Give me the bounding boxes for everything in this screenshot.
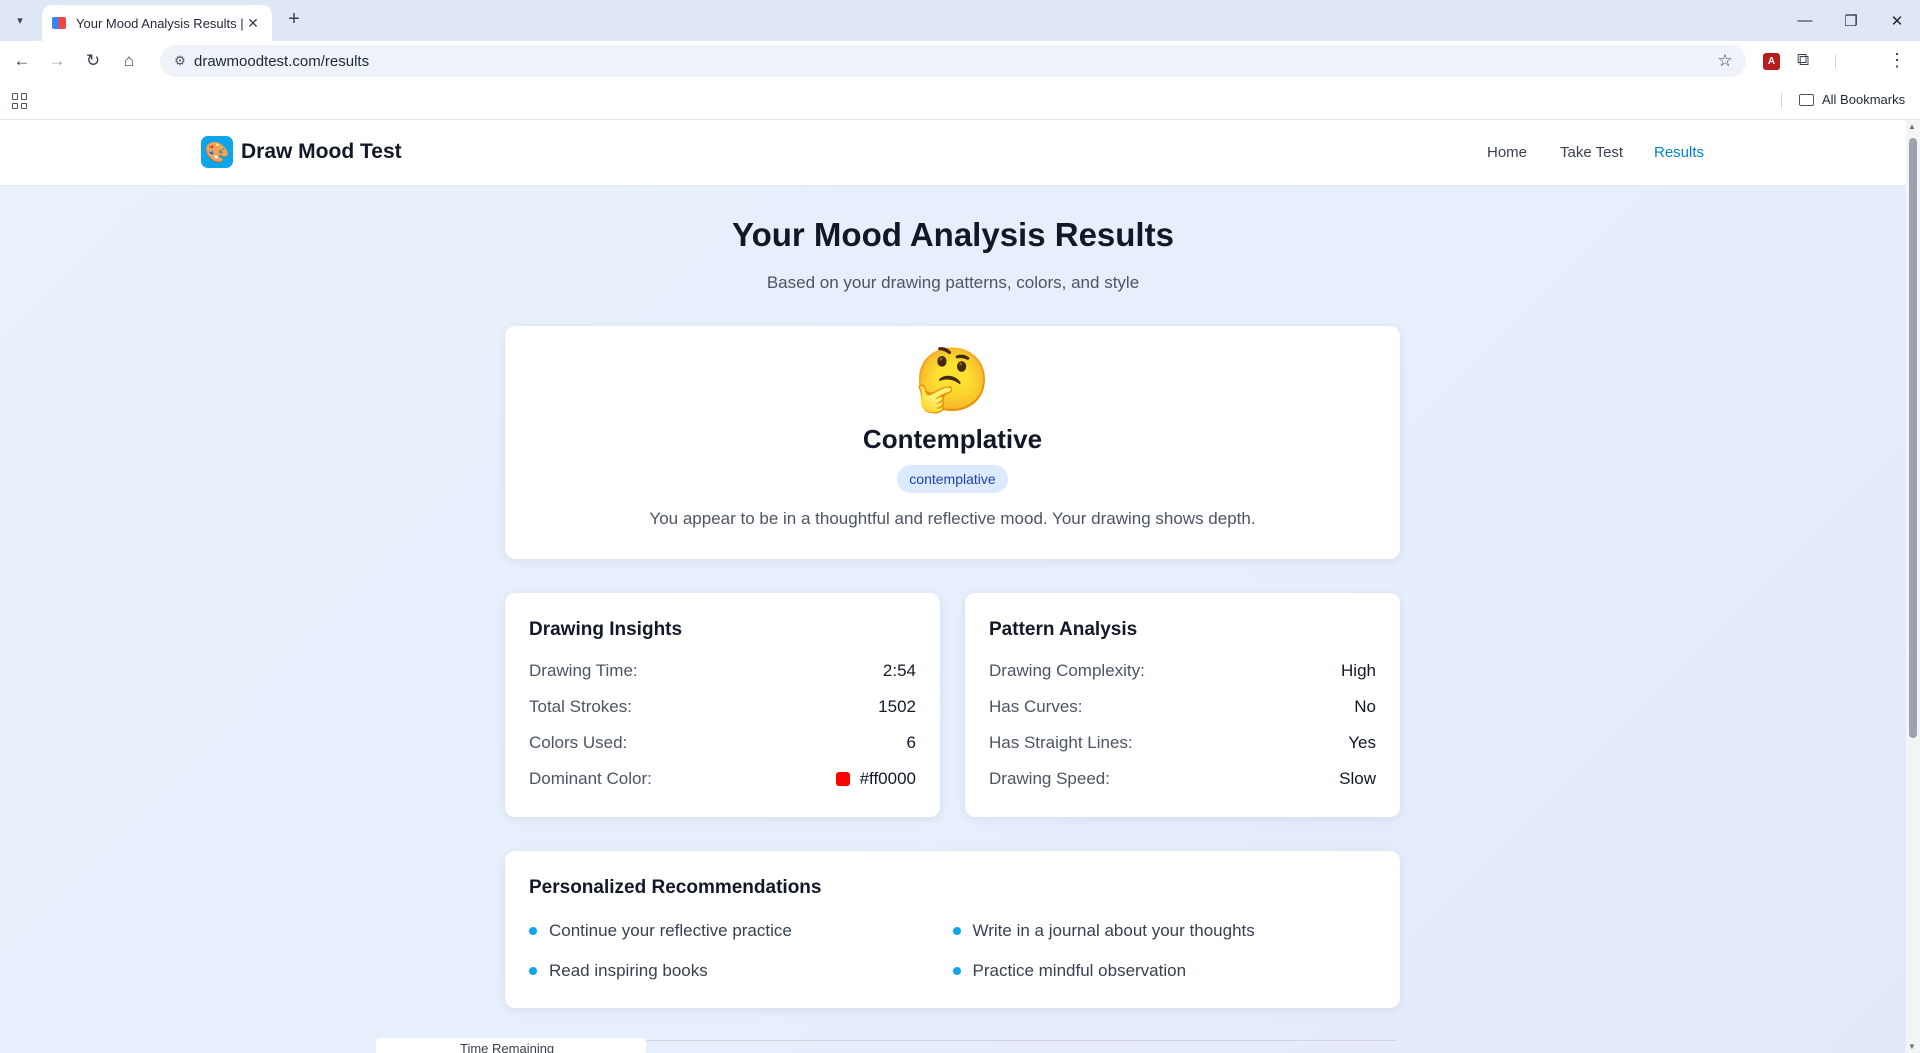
insight-label: Dominant Color: <box>529 769 652 788</box>
pattern-row: Drawing Speed: Slow <box>989 761 1376 797</box>
recommendation-item: Read inspiring books <box>529 951 953 991</box>
page-viewport: 🎨 Draw Mood Test Home Take Test Results … <box>0 120 1906 1053</box>
new-tab-plus-icon[interactable]: + <box>282 8 306 32</box>
pattern-label: Has Straight Lines: <box>989 733 1133 752</box>
pattern-label: Has Curves: <box>989 697 1083 716</box>
url-text[interactable]: drawmoodtest.com/results <box>194 53 1710 70</box>
all-bookmarks-button[interactable]: All Bookmarks <box>1799 92 1905 107</box>
time-remaining-peek: Time Remaining <box>376 1038 646 1053</box>
address-bar[interactable]: ⚙ drawmoodtest.com/results ☆ <box>160 45 1746 77</box>
pattern-value: No <box>1354 697 1376 716</box>
dominant-color-hex: #ff0000 <box>859 769 916 788</box>
insight-value: 1502 <box>878 697 916 716</box>
insight-row: Dominant Color: #ff0000 <box>529 761 916 797</box>
pattern-label: Drawing Complexity: <box>989 661 1145 680</box>
restore-icon[interactable]: ❐ <box>1828 0 1874 41</box>
insight-value: 2:54 <box>882 661 916 680</box>
recommendation-text: Continue your reflective practice <box>549 921 792 940</box>
scrollbar-thumb[interactable] <box>1909 138 1917 738</box>
recommendation-text: Practice mindful observation <box>972 961 1187 980</box>
mood-description: You appear to be in a thoughtful and ref… <box>649 509 1256 528</box>
pattern-value: Slow <box>1339 769 1376 788</box>
pattern-analysis-card: Pattern Analysis Drawing Complexity: Hig… <box>965 593 1400 817</box>
recommendation-item: Continue your reflective practice <box>529 911 953 951</box>
home-icon[interactable]: ⌂ <box>117 49 141 73</box>
pattern-analysis-heading: Pattern Analysis <box>989 619 1138 640</box>
browser-tab-bar: ▾ Your Mood Analysis Results | ✕ + — ❐ ✕ <box>0 0 1920 41</box>
bullet-dot-icon <box>529 927 537 935</box>
insight-row: Total Strokes: 1502 <box>529 689 916 725</box>
reload-icon[interactable]: ↻ <box>81 49 105 73</box>
pdf-extension-icon[interactable]: A <box>1763 53 1780 70</box>
all-bookmarks-label: All Bookmarks <box>1822 92 1906 107</box>
scroll-up-icon[interactable]: ▲ <box>1908 122 1916 131</box>
pattern-value: Yes <box>1348 733 1376 752</box>
pattern-row: Drawing Complexity: High <box>989 653 1376 689</box>
browser-toolbar: ← → ↻ ⌂ ⚙ drawmoodtest.com/results ☆ A ⧉… <box>0 41 1920 81</box>
recommendation-item: Practice mindful observation <box>952 951 1377 991</box>
pattern-value: High <box>1341 661 1376 680</box>
mood-result-card: 🤔 Contemplative contemplative You appear… <box>505 326 1400 559</box>
bullet-dot-icon <box>952 967 961 975</box>
bullet-dot-icon <box>529 967 537 975</box>
forward-arrow-icon[interactable]: → <box>45 49 69 73</box>
toolbar-divider <box>1835 55 1836 69</box>
pattern-row: Has Straight Lines: Yes <box>989 725 1376 761</box>
browser-tab[interactable]: Your Mood Analysis Results | ✕ <box>42 5 272 41</box>
recommendation-item: Write in a journal about your thoughts <box>952 911 1377 951</box>
drawing-insights-card: Drawing Insights Drawing Time: 2:54 Tota… <box>505 593 940 817</box>
bookmarks-divider <box>1781 93 1782 109</box>
page-scrollbar[interactable]: ▲ ▼ <box>1906 120 1920 1053</box>
bookmarks-bar: All Bookmarks <box>0 81 1920 120</box>
site-info-icon[interactable]: ⚙ <box>166 53 194 69</box>
brand-link[interactable]: 🎨 Draw Mood Test <box>201 136 402 168</box>
nav-results[interactable]: Results <box>1654 144 1704 161</box>
tab-search-chevron-icon[interactable]: ▾ <box>8 8 32 32</box>
tab-close-icon[interactable]: ✕ <box>244 15 262 32</box>
insight-label: Drawing Time: <box>529 661 638 680</box>
tab-title: Your Mood Analysis Results | <box>76 15 244 31</box>
page-title: Your Mood Analysis Results <box>732 216 1174 253</box>
thinking-face-icon: 🤔 <box>913 346 992 415</box>
recommendation-text: Read inspiring books <box>549 961 708 980</box>
folder-icon <box>1799 93 1814 106</box>
back-arrow-icon[interactable]: ← <box>10 49 34 73</box>
dominant-color-value: #ff0000 <box>835 769 916 789</box>
recommendations-card: Personalized Recommendations Continue yo… <box>505 851 1400 1008</box>
site-favicon-icon <box>52 17 66 29</box>
insight-value: 6 <box>906 733 916 752</box>
pattern-row: Has Curves: No <box>989 689 1376 725</box>
mood-tag-badge: contemplative <box>897 465 1008 493</box>
recommendations-heading: Personalized Recommendations <box>529 877 822 898</box>
insight-row: Drawing Time: 2:54 <box>529 653 916 689</box>
recommendation-text: Write in a journal about your thoughts <box>972 921 1255 940</box>
apps-grid-icon[interactable] <box>12 93 28 109</box>
site-header: 🎨 Draw Mood Test Home Take Test Results <box>0 120 1906 186</box>
drawing-insights-heading: Drawing Insights <box>529 619 683 640</box>
page-subtitle: Based on your drawing patterns, colors, … <box>766 273 1140 292</box>
browser-menu-icon[interactable]: ⋮ <box>1888 50 1906 71</box>
window-close-icon[interactable]: ✕ <box>1874 0 1920 41</box>
recommendations-list: Continue your reflective practice Write … <box>529 911 1376 991</box>
nav-take-test[interactable]: Take Test <box>1560 144 1623 161</box>
pattern-label: Drawing Speed: <box>989 769 1110 788</box>
scroll-down-icon[interactable]: ▼ <box>1908 1042 1916 1051</box>
insight-label: Colors Used: <box>529 733 628 752</box>
dominant-color-swatch <box>835 772 850 786</box>
bookmark-star-icon[interactable]: ☆ <box>1710 51 1740 71</box>
brand-name: Draw Mood Test <box>241 140 402 163</box>
minimize-icon[interactable]: — <box>1782 0 1828 41</box>
bullet-dot-icon <box>952 927 961 935</box>
insight-label: Total Strokes: <box>529 697 632 716</box>
extensions-puzzle-icon[interactable]: ⧉ <box>1797 50 1809 70</box>
mood-name: Contemplative <box>862 424 1043 454</box>
palette-logo-icon: 🎨 <box>201 136 233 168</box>
insight-row: Colors Used: 6 <box>529 725 916 761</box>
nav-home[interactable]: Home <box>1487 144 1527 161</box>
peek-divider <box>646 1040 1396 1041</box>
